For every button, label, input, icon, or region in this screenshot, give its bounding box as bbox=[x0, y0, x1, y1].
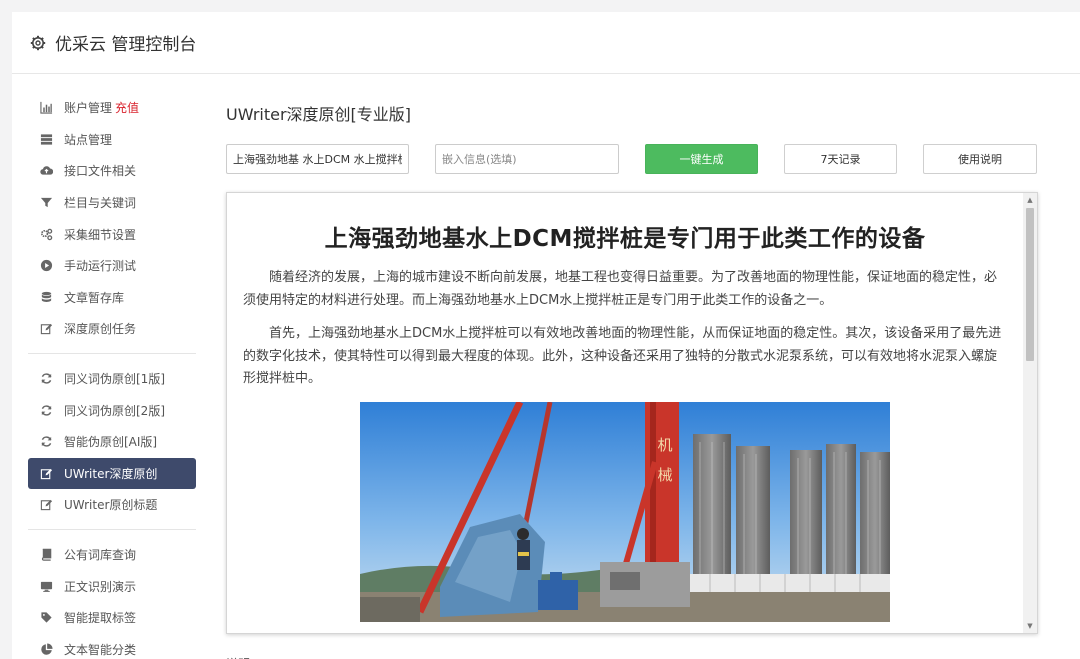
article-title: 上海强劲地基水上DCM搅拌桩是专门用于此类工作的设备 bbox=[324, 226, 926, 252]
generate-button[interactable]: 一键生成 bbox=[645, 144, 758, 174]
refresh-icon bbox=[39, 403, 53, 417]
sidebar-item-collect-settings[interactable]: 采集细节设置 bbox=[28, 218, 196, 250]
instructions-label: 说明 bbox=[226, 655, 250, 659]
sidebar-item-manual-run[interactable]: 手动运行测试 bbox=[28, 250, 196, 282]
sidebar-item-label: 公有词库查询 bbox=[64, 548, 137, 563]
edit-icon bbox=[39, 466, 53, 480]
sidebar-item-label: 同义词伪原创[2版] bbox=[64, 403, 165, 418]
scroll-up-arrow-icon[interactable]: ▲ bbox=[1023, 193, 1037, 207]
toolbar: 一键生成 7天记录 使用说明 bbox=[226, 144, 1038, 174]
gear-icon[interactable] bbox=[30, 35, 46, 51]
filter-icon bbox=[39, 196, 53, 210]
sidebar-item-public-lexicon[interactable]: 公有词库查询 bbox=[28, 539, 196, 571]
sidebar-item-label: 账户管理 bbox=[64, 101, 113, 116]
sidebar-item-label: 栏目与关键词 bbox=[64, 196, 137, 211]
sidebar-item-label: 智能伪原创[AI版] bbox=[64, 435, 158, 450]
refresh-icon bbox=[39, 372, 53, 386]
sidebar-item-label: 深度原创任务 bbox=[64, 322, 137, 337]
sidebar-item-label: 智能提取标签 bbox=[64, 611, 137, 626]
pie-chart-icon bbox=[39, 642, 53, 656]
sidebar-item-synonym-v2[interactable]: 同义词伪原创[2版] bbox=[28, 394, 196, 426]
sidebar-item-article-storage[interactable]: 文章暂存库 bbox=[28, 282, 196, 314]
svg-text:械: 械 bbox=[657, 466, 672, 484]
sidebar-item-label: 接口文件相关 bbox=[64, 164, 137, 179]
sidebar-item-label: 文本智能分类 bbox=[64, 642, 137, 657]
recharge-link[interactable]: 充值 bbox=[115, 99, 139, 116]
scrollbar-thumb[interactable] bbox=[1026, 208, 1034, 361]
article-editor[interactable]: 上海强劲地基水上DCM搅拌桩是专门用于此类工作的设备 随着经济的发展，上海的城市… bbox=[226, 192, 1038, 634]
scroll-down-arrow-icon[interactable]: ▼ bbox=[1023, 619, 1037, 633]
article-paragraph: 首先，上海强劲地基水上DCM水上搅拌桩可以有效地改善地面的物理性能，从而保证地面… bbox=[243, 326, 1002, 386]
gears-icon bbox=[39, 227, 53, 241]
sidebar-item-label: UWriter深度原创 bbox=[64, 466, 158, 481]
sidebar-item-label: 站点管理 bbox=[64, 132, 113, 147]
sidebar-item-smart-tags[interactable]: 智能提取标签 bbox=[28, 602, 196, 634]
book-icon bbox=[39, 548, 53, 562]
sidebar-group-2: 同义词伪原创[1版] 同义词伪原创[2版] 智能伪原创[AI版] UWriter… bbox=[28, 363, 196, 521]
sidebar-item-account[interactable]: 账户管理 充值 bbox=[28, 92, 196, 124]
sidebar-item-label: 正文识别演示 bbox=[64, 579, 137, 594]
rig-lettering: 机 bbox=[657, 436, 672, 454]
sidebar-item-ai-rewrite[interactable]: 智能伪原创[AI版] bbox=[28, 426, 196, 458]
sidebar-item-label: 文章暂存库 bbox=[64, 290, 125, 305]
sidebar-group-1: 账户管理 充值 站点管理 接口文件相关 栏目与关键词 采集细节设置 手动运行测试… bbox=[28, 92, 196, 345]
seven-day-history-button[interactable]: 7天记录 bbox=[784, 144, 897, 174]
sidebar-item-text-classification[interactable]: 文本智能分类 bbox=[28, 634, 196, 659]
page-title: UWriter深度原创[专业版] bbox=[226, 105, 412, 124]
sidebar-item-label: 采集细节设置 bbox=[64, 227, 137, 242]
article-body: 上海强劲地基水上DCM搅拌桩是专门用于此类工作的设备 随着经济的发展，上海的城市… bbox=[227, 193, 1023, 633]
cloud-upload-icon bbox=[39, 164, 53, 178]
sidebar-divider bbox=[28, 528, 196, 530]
sidebar-item-text-recognition[interactable]: 正文识别演示 bbox=[28, 570, 196, 602]
header-bar: 优采云 管理控制台 bbox=[12, 12, 1080, 74]
main-panel: 账户管理 充值 站点管理 接口文件相关 栏目与关键词 采集细节设置 手动运行测试… bbox=[12, 74, 1080, 659]
edit-icon bbox=[39, 322, 53, 336]
edit-icon bbox=[39, 498, 53, 512]
sidebar-item-uwriter-deep[interactable]: UWriter深度原创 bbox=[28, 457, 196, 490]
tag-icon bbox=[39, 611, 53, 625]
sidebar-item-label: UWriter原创标题 bbox=[64, 498, 158, 513]
sidebar-item-synonym-v1[interactable]: 同义词伪原创[1版] bbox=[28, 363, 196, 395]
keyword-input[interactable] bbox=[226, 144, 409, 174]
editor-scrollbar[interactable]: ▲ ▼ bbox=[1023, 193, 1037, 633]
sidebar-item-api-files[interactable]: 接口文件相关 bbox=[28, 155, 196, 187]
sidebar-item-deep-original-tasks[interactable]: 深度原创任务 bbox=[28, 313, 196, 345]
refresh-icon bbox=[39, 435, 53, 449]
sidebar-divider bbox=[28, 352, 196, 354]
sidebar-group-3: 公有词库查询 正文识别演示 智能提取标签 文本智能分类 bbox=[28, 539, 196, 659]
play-circle-icon bbox=[39, 259, 53, 273]
sidebar-item-label: 同义词伪原创[1版] bbox=[64, 372, 165, 387]
server-icon bbox=[39, 132, 53, 146]
app-title: 优采云 管理控制台 bbox=[55, 35, 197, 55]
database-icon bbox=[39, 290, 53, 304]
sidebar-item-sites[interactable]: 站点管理 bbox=[28, 124, 196, 156]
content-area: UWriter深度原创[专业版] 一键生成 7天记录 使用说明 上海强劲地基水上… bbox=[226, 74, 1038, 659]
sidebar-item-label: 手动运行测试 bbox=[64, 259, 137, 274]
sidebar-item-columns-keywords[interactable]: 栏目与关键词 bbox=[28, 187, 196, 219]
article-photo: 机 械 bbox=[360, 401, 890, 622]
usage-help-button[interactable]: 使用说明 bbox=[923, 144, 1037, 174]
monitor-icon bbox=[39, 579, 53, 593]
sidebar-item-uwriter-title[interactable]: UWriter原创标题 bbox=[28, 489, 196, 521]
article-paragraph: 随着经济的发展，上海的城市建设不断向前发展，地基工程也变得日益重要。为了改善地面… bbox=[243, 270, 998, 308]
sidebar: 账户管理 充值 站点管理 接口文件相关 栏目与关键词 采集细节设置 手动运行测试… bbox=[28, 92, 196, 659]
embed-info-input[interactable] bbox=[435, 144, 619, 174]
bar-chart-icon bbox=[39, 101, 53, 115]
